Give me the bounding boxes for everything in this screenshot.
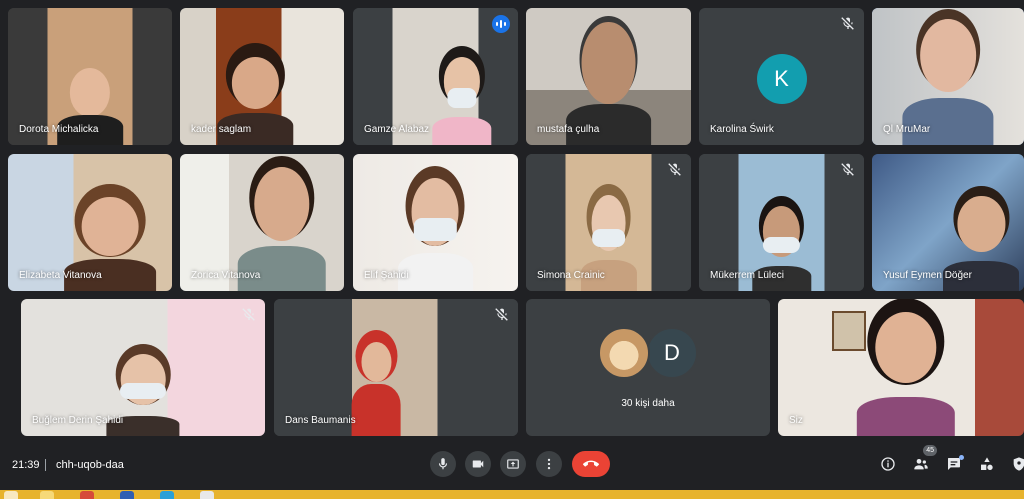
person-silhouette xyxy=(352,318,401,436)
mic-off-icon xyxy=(668,163,681,176)
activities-button[interactable] xyxy=(977,454,997,474)
present-icon xyxy=(507,459,519,469)
microphone-button[interactable] xyxy=(430,451,456,477)
mic-off-icon xyxy=(841,17,854,30)
participant-name: Elizabeta Vitanova xyxy=(19,270,102,281)
participant-tile[interactable]: Dans Baumanis xyxy=(274,299,518,436)
unread-indicator xyxy=(959,455,964,460)
taskbar-app[interactable] xyxy=(160,491,174,499)
host-controls-button[interactable] xyxy=(1009,454,1024,474)
participant-name: Dans Baumanis xyxy=(285,415,356,426)
os-taskbar xyxy=(0,490,1024,499)
meeting-details-button[interactable] xyxy=(878,454,898,474)
more-options-button[interactable] xyxy=(536,451,562,477)
participant-name: kader saglam xyxy=(191,124,252,135)
mic-off-icon xyxy=(242,308,255,321)
participant-tile[interactable]: K Karolina Świrk xyxy=(699,8,864,145)
participant-tile[interactable]: Yusuf Eymen Döğer xyxy=(872,154,1024,291)
person-silhouette xyxy=(432,35,492,145)
taskbar-app[interactable] xyxy=(200,491,214,499)
participant-name: mustafa çulha xyxy=(537,124,600,135)
avatar xyxy=(598,327,650,379)
camera-icon xyxy=(472,460,484,468)
person-silhouette xyxy=(397,165,474,291)
mic-off-icon xyxy=(841,163,854,176)
participant-name: Karolina Świrk xyxy=(710,124,774,135)
participant-tile[interactable]: Zorica Vitanova xyxy=(180,154,344,291)
people-icon xyxy=(914,459,928,470)
participants-button[interactable]: 45 xyxy=(911,445,937,474)
participant-tile[interactable]: Mükerrem Lüleci xyxy=(699,154,864,291)
meeting-controls-bar: 21:39 chh-uqob-daa 45 xyxy=(0,444,1024,484)
microphone-icon xyxy=(438,458,448,470)
participant-tile[interactable]: Gamze Alabaz xyxy=(353,8,518,145)
host-controls-icon xyxy=(1013,457,1024,471)
more-avatars: D xyxy=(526,327,770,379)
more-options-icon xyxy=(547,458,551,470)
participant-tile[interactable]: Elif Şahidi xyxy=(353,154,518,291)
divider xyxy=(45,459,46,471)
participant-name: Gamze Alabaz xyxy=(364,124,430,135)
participant-tile[interactable]: Buğlem Derin Şahidi xyxy=(21,299,265,436)
taskbar-app[interactable] xyxy=(40,491,54,499)
participant-tile[interactable]: Elizabeta Vitanova xyxy=(8,154,172,291)
meeting-code: chh-uqob-daa xyxy=(56,459,124,471)
mic-off-icon xyxy=(495,308,508,321)
meeting-time: 21:39 xyxy=(12,459,40,471)
taskbar-app[interactable] xyxy=(120,491,134,499)
participant-name: Ql MruMar xyxy=(883,124,931,135)
info-icon xyxy=(881,457,895,471)
participant-name: Dorota Michalicka xyxy=(19,124,99,135)
participant-name: Elif Şahidi xyxy=(364,270,409,281)
participant-name: Zorica Vitanova xyxy=(191,270,261,281)
participants-count-badge: 45 xyxy=(923,445,937,456)
end-call-button[interactable] xyxy=(572,451,610,477)
self-tile[interactable]: Siz xyxy=(778,299,1024,436)
participant-tile[interactable]: Simona Crainic xyxy=(526,154,691,291)
activities-icon xyxy=(981,457,993,470)
avatar: K xyxy=(756,54,807,104)
more-participants-tile[interactable]: D 30 kişi daha xyxy=(526,299,770,436)
participant-name: Simona Crainic xyxy=(537,270,605,281)
avatar: D xyxy=(646,327,698,379)
present-button[interactable] xyxy=(500,451,526,477)
participant-name: Mükerrem Lüleci xyxy=(710,270,784,281)
participant-tile[interactable]: Dorota Michalicka xyxy=(8,8,172,145)
person-silhouette xyxy=(856,304,956,436)
camera-button[interactable] xyxy=(465,451,491,477)
participant-name: Buğlem Derin Şahidi xyxy=(32,415,124,426)
speaking-icon xyxy=(492,15,510,33)
chat-button[interactable] xyxy=(944,454,964,474)
participant-name: Siz xyxy=(789,415,803,426)
more-participants-label: 30 kişi daha xyxy=(621,398,675,409)
participant-tile[interactable]: mustafa çulha xyxy=(526,8,691,145)
end-call-icon xyxy=(583,460,599,467)
participant-tile[interactable]: kader saglam xyxy=(180,8,344,145)
participant-name: Yusuf Eymen Döğer xyxy=(883,270,972,281)
taskbar-app[interactable] xyxy=(80,491,94,499)
participant-tile[interactable]: Ql MruMar xyxy=(872,8,1024,145)
start-button[interactable] xyxy=(4,491,18,499)
